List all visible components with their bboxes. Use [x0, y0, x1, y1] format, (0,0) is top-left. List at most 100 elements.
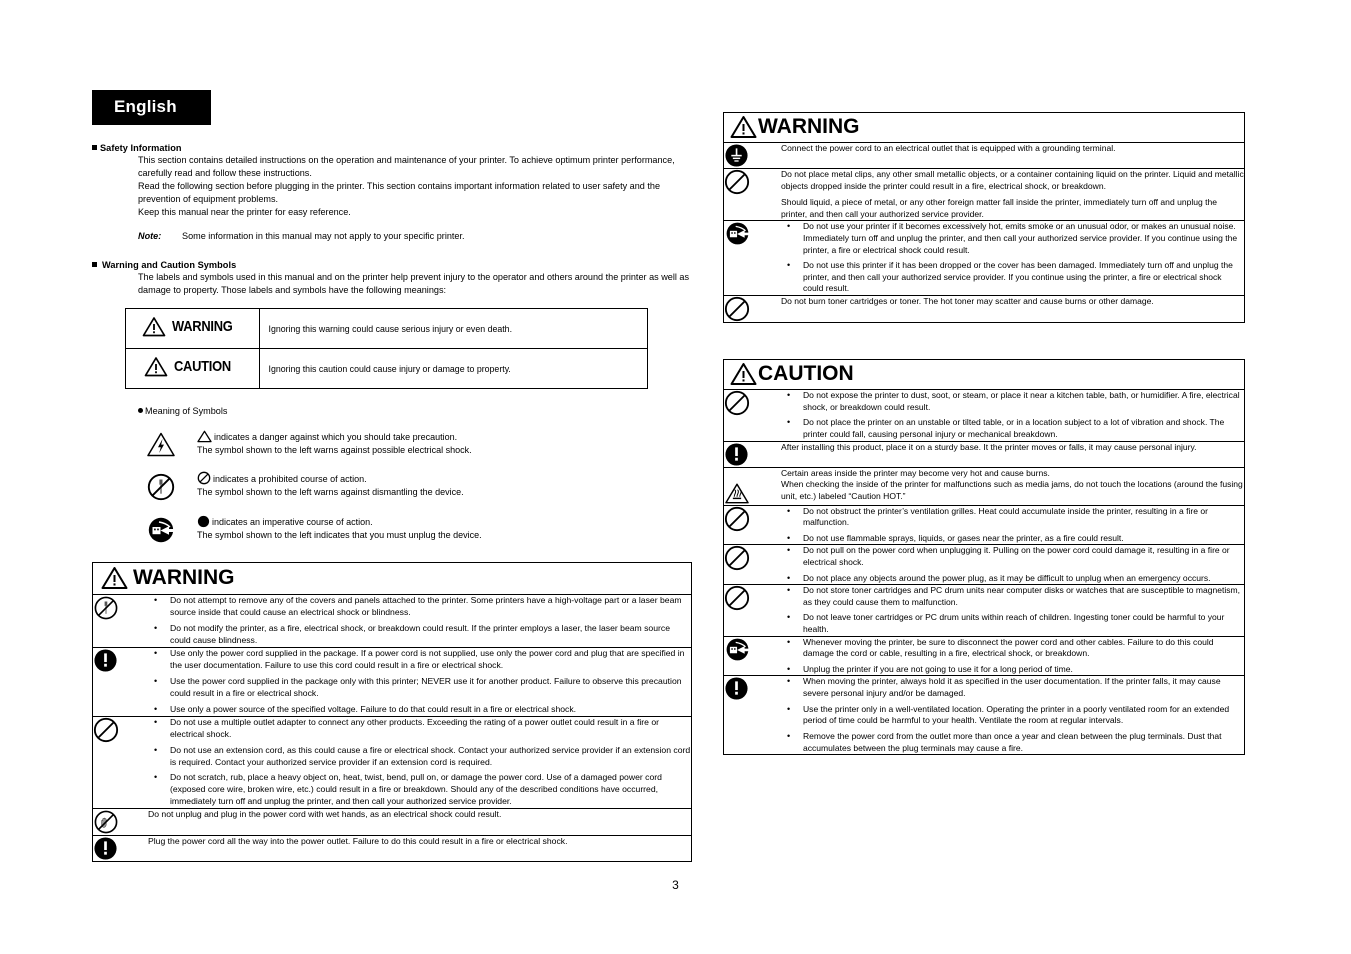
list-item: Do not expose the printer to dust, soot,… — [773, 389, 1244, 413]
no-dismantle-icon — [93, 595, 140, 649]
table-row: After installing this product, place it … — [724, 441, 1244, 468]
imperative-exclamation-icon — [93, 647, 140, 717]
table-row: Connect the power cord to an electrical … — [724, 143, 1244, 169]
triangle-outline-icon — [197, 430, 212, 443]
list-item: Do not store toner cartridges and PC dru… — [773, 584, 1244, 608]
table-cell-body: Do not unplug and plug in the power cord… — [140, 808, 691, 837]
prohibition-circle-icon — [724, 296, 773, 323]
note-label: Note: — [138, 230, 162, 241]
table-cell-body: Do not place metal clips, any other smal… — [773, 168, 1244, 222]
safety-para-3: Keep this manual near the printer for ea… — [138, 206, 351, 217]
body-paragraph: Certain areas inside the printer may bec… — [781, 467, 1050, 478]
warning-panel-left: WARNING Do not attempt to remov — [92, 562, 692, 863]
body-paragraph: Do not burn toner cartridges or toner. T… — [781, 296, 1154, 307]
list-item: Use only a power source of the specified… — [140, 703, 691, 716]
table-row: Do not store toner cartridges and PC dru… — [724, 584, 1244, 637]
list-item: Do not use flammable sprays, liquids, or… — [773, 532, 1244, 545]
table-cell-body: Whenever moving the printer, be sure to … — [773, 636, 1244, 677]
filled-circle-icon — [197, 515, 210, 528]
symbol-cell-caution: CAUTION — [126, 348, 260, 389]
meaning-of-symbols-heading: Meaning of Symbols — [138, 406, 692, 416]
list-item: Use only the power cord supplied in the … — [140, 647, 691, 672]
prohibition-circle-icon — [724, 390, 773, 442]
symbol-label: CAUTION — [174, 358, 232, 376]
list-item: Do not use an extension cord, as this co… — [140, 744, 691, 769]
list-item: Do not use your printer if it becomes ex… — [773, 220, 1244, 256]
table-cell-body: After installing this product, place it … — [773, 441, 1244, 468]
prohibition-circle-icon — [93, 716, 140, 810]
table-row: Do not burn toner cartridges or toner. T… — [724, 296, 1244, 323]
list-item: Do not scratch, rub, place a heavy objec… — [140, 771, 691, 808]
right-column: WARNING Connect the power cord to an ele… — [723, 112, 1245, 756]
warning-caution-symbols-heading: Warning and Caution Symbols — [92, 260, 692, 270]
list-item: indicates a danger against which you sho… — [125, 430, 692, 458]
body-paragraph: Connect the power cord to an electrical … — [781, 143, 1116, 153]
body-paragraph: Do not place metal clips, any other smal… — [781, 169, 1244, 191]
list-item: Whenever moving the printer, be sure to … — [773, 636, 1244, 660]
safety-information-body: This section contains detailed instructi… — [138, 154, 692, 242]
table-cell-body: Use only the power cord supplied in the … — [140, 647, 691, 717]
symbol-label: WARNING — [172, 318, 233, 336]
table-cell-body: Do not burn toner cartridges or toner. T… — [773, 296, 1244, 323]
symbol-cell-warning: WARNING — [126, 309, 260, 350]
warning-triangle-icon — [730, 362, 757, 386]
meaning-of-symbols-list: indicates a danger against which you sho… — [125, 430, 692, 544]
panel-title-text: WARNING — [133, 566, 235, 590]
table-row: WARNING Ignoring this warning could caus… — [126, 309, 647, 350]
list-item: Do not leave toner cartridges or PC drum… — [773, 611, 1244, 635]
prohibition-circle-icon — [724, 584, 773, 637]
panel-title: WARNING — [93, 563, 691, 596]
panel-title-text: WARNING — [758, 115, 860, 138]
unplug-device-icon — [724, 220, 773, 297]
table-cell-body: Do not use your printer if it becomes ex… — [773, 220, 1244, 297]
symbol-meaning-table: WARNING Ignoring this warning could caus… — [125, 308, 648, 390]
list-item-text: indicates a danger against which you sho… — [197, 430, 472, 455]
table-cell-body: Do not store toner cartridges and PC dru… — [773, 584, 1244, 637]
symbol-meaning-text: Ignoring this warning could cause seriou… — [259, 309, 647, 350]
table-row: Do not attempt to remove any of the cove… — [93, 594, 691, 649]
table-row: Do not pull on the power cord when unplu… — [724, 544, 1244, 586]
table-row: CAUTION Ignoring this caution could caus… — [126, 348, 647, 389]
imperative-exclamation-icon — [724, 676, 773, 754]
table-row: Do not unplug and plug in the power cord… — [93, 808, 691, 837]
table-cell-body: Do not attempt to remove any of the cove… — [140, 594, 691, 649]
table-cell-body: When moving the printer, always hold it … — [773, 675, 1244, 754]
left-column: English Safety Information This section … — [92, 90, 692, 863]
caution-panel-right: CAUTION Do not expose the printer to dus… — [723, 359, 1245, 756]
table-cell-body: Do not pull on the power cord when unplu… — [773, 544, 1244, 586]
list-item: Remove the power cord from the outlet mo… — [773, 730, 1244, 754]
table-row: Do not obstruct the printer’s ventilatio… — [724, 505, 1244, 546]
imperative-exclamation-icon — [93, 836, 140, 862]
hot-surface-triangle-icon — [724, 467, 773, 506]
square-bullet-icon — [92, 262, 97, 268]
list-item-text: indicates a prohibited course of action.… — [197, 471, 464, 498]
warning-panel-right: WARNING Connect the power cord to an ele… — [723, 112, 1245, 324]
safety-information-heading: Safety Information — [92, 143, 692, 153]
note-text: Some information in this manual may not … — [182, 230, 465, 241]
list-item: indicates an imperative course of action… — [125, 515, 692, 544]
warning-triangle-icon — [142, 316, 166, 337]
body-paragraph: Should liquid, a piece of metal, or any … — [781, 197, 1217, 219]
round-bullet-icon — [138, 408, 143, 414]
body-paragraph: After installing this product, place it … — [781, 441, 1197, 452]
table-row: Plug the power cord all the way into the… — [93, 836, 691, 862]
unplug-device-icon — [724, 636, 773, 677]
body-paragraph: When checking the inside of the printer … — [781, 479, 1243, 501]
table-row: Use only the power cord supplied in the … — [93, 647, 691, 717]
warning-triangle-icon — [730, 115, 757, 139]
prohibition-circle-icon — [724, 544, 773, 586]
document-page: English Safety Information This section … — [0, 0, 1351, 954]
list-item: Use the printer only in a well-ventilate… — [773, 703, 1244, 727]
body-paragraph: Plug the power cord all the way into the… — [148, 836, 568, 847]
table-cell-body: Do not use a multiple outlet adapter to … — [140, 716, 691, 810]
table-row: Do not use your printer if it becomes ex… — [724, 220, 1244, 297]
prohibition-circle-icon — [197, 471, 211, 485]
warning-triangle-icon — [144, 356, 168, 377]
safety-para-2: Read the following section before pluggi… — [138, 180, 661, 204]
symbol-meaning-text: Ignoring this caution could cause injury… — [268, 363, 511, 374]
table-row: When moving the printer, always hold it … — [724, 675, 1244, 754]
table-row: Do not use a multiple outlet adapter to … — [93, 716, 691, 810]
list-item: Use the power cord supplied in the packa… — [140, 675, 691, 700]
prohibition-circle-icon — [724, 168, 773, 222]
list-item: Do not obstruct the printer’s ventilatio… — [773, 505, 1244, 529]
